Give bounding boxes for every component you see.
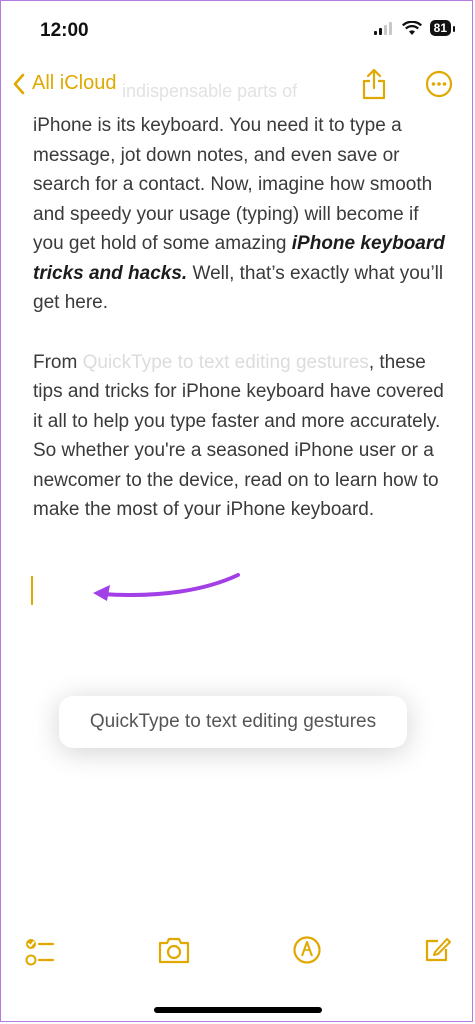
note-body[interactable]: iPhone is its keyboard. You need it to t… bbox=[33, 111, 453, 555]
chevron-left-icon bbox=[13, 73, 25, 94]
cellular-signal-icon bbox=[373, 22, 392, 35]
markup-icon[interactable] bbox=[292, 935, 322, 965]
status-icons: 81 bbox=[373, 20, 456, 36]
battery-indicator: 81 bbox=[429, 20, 456, 36]
note-paragraph-1: iPhone is its keyboard. You need it to t… bbox=[33, 111, 453, 318]
navigation-bar: All iCloud bbox=[0, 64, 475, 110]
back-button[interactable]: All iCloud bbox=[12, 72, 116, 95]
suggestion-label: QuickType to text editing gestures bbox=[89, 711, 377, 732]
back-label: All iCloud bbox=[32, 72, 117, 94]
faded-link-text: QuickType to text editing gestures bbox=[82, 351, 369, 373]
note-text: , these tips and tricks for iPhone keybo… bbox=[33, 351, 444, 521]
quicktype-suggestion-bubble[interactable]: QuickType to text editing gestures bbox=[59, 696, 407, 748]
share-icon[interactable] bbox=[361, 68, 387, 100]
checklist-icon[interactable] bbox=[24, 935, 56, 967]
more-options-icon[interactable] bbox=[425, 70, 453, 98]
compose-icon[interactable] bbox=[424, 935, 452, 963]
note-paragraph-2: From QuickType to text editing gestures,… bbox=[33, 348, 453, 525]
camera-icon[interactable] bbox=[157, 935, 191, 965]
bottom-toolbar bbox=[0, 935, 475, 975]
wifi-icon bbox=[401, 20, 422, 35]
annotation-arrow-icon bbox=[93, 573, 240, 601]
home-indicator[interactable] bbox=[154, 1007, 322, 1013]
status-time: 12:00 bbox=[40, 20, 89, 41]
text-cursor bbox=[31, 576, 33, 605]
note-text: From bbox=[33, 351, 83, 373]
status-bar: 12:00 81 bbox=[0, 0, 475, 62]
